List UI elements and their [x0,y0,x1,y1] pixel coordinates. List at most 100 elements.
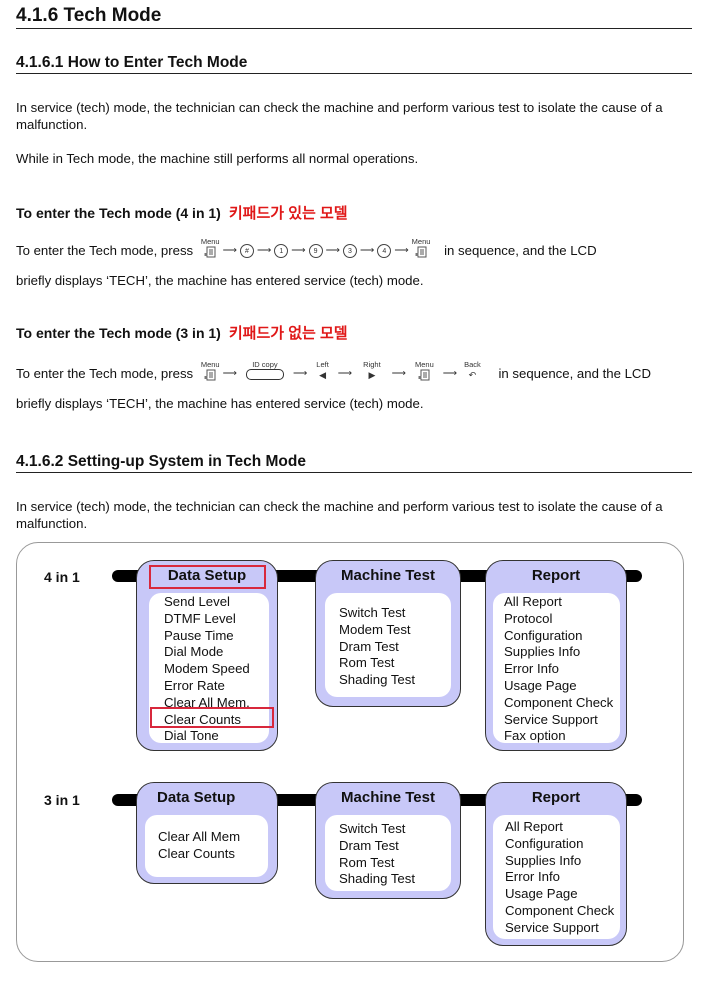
menu-item: Shading Test [339,871,416,887]
menu-box-machine-test-4in1: Machine Test Switch Test Modem Test Dram… [315,560,461,707]
digit-9-key-icon: 9 [308,244,323,258]
row-label-4in1: 4 in 1 [44,569,80,585]
id-copy-button-icon [245,369,284,380]
press-prefix: To enter the Tech mode, press [16,243,194,258]
arrow-icon: ⟶ [256,245,272,256]
menu-title: Report [531,567,581,584]
menu-item: Usage Page [505,886,578,902]
press-prefix: To enter the Tech mode, press [16,366,194,381]
menu-key: Menu [412,237,430,258]
menu-title: Machine Test [341,567,435,584]
menu-title: Data Setup [157,789,236,806]
menu-items: Clear All Mem Clear Counts [145,815,268,877]
press-suffix: in sequence, and the LCD [498,366,651,381]
arrow-icon: ⟶ [337,368,353,379]
menu-item: Clear Counts [158,845,235,861]
menu-item: Service Support [504,711,598,727]
menu-item: Switch Test [339,821,406,836]
arrow-icon: ⟶ [359,245,375,256]
menu-key: Menu [415,360,434,381]
back-icon: ↶ [468,370,477,380]
subheading-4in1-title: To enter the Tech mode (4 in 1) [16,205,221,221]
menu-item: Dial Mode [164,644,224,660]
menu-title: Report [531,789,581,806]
sequence-4in1: To enter the Tech mode, press Menu ⟶ # ⟶… [16,237,597,258]
subheading-3in1-title: To enter the Tech mode (3 in 1) [16,325,221,341]
menu-item: Rom Test [339,655,395,671]
menu-icon [204,246,216,258]
menu-item: DTMF Level [164,610,236,626]
key-sequence-3in1: Menu ⟶ ID copy ⟶ Left ◀ ⟶ Right ▶ ⟶ Menu… [201,360,485,381]
row-label-3in1: 3 in 1 [44,792,80,808]
left-arrow-icon: ◀ [319,370,326,380]
id-copy-key: ID copy [245,360,284,381]
arrow-icon: ⟶ [222,368,237,379]
digit-3-key-icon: 3 [342,244,357,258]
menu-item: Supplies Info [504,644,581,660]
subheading-4in1: To enter the Tech mode (4 in 1) 키패드가 있는 모… [16,202,348,223]
menu-item: Pause Time [164,627,234,643]
menu-item: Error Info [505,869,560,885]
menu-title: Machine Test [341,789,435,806]
menu-icon [415,246,427,258]
menu-item: Shading Test [339,672,416,688]
menu-item: Modem Test [339,621,411,637]
menu-item: Protocol [504,610,553,626]
arrow-icon: ⟶ [291,245,306,256]
menu-box-machine-test-3in1: Machine Test Switch Test Dram Test Rom T… [315,782,461,899]
menu-item: Clear All Mem [158,829,241,844]
menu-item: Usage Page [504,677,577,693]
right-arrow-icon: ▶ [368,370,376,380]
section2-intro: In service (tech) mode, the technician c… [16,499,663,531]
menu-item: Dram Test [339,638,399,654]
arrow-icon: ⟶ [222,245,237,256]
arrow-icon: ⟶ [391,368,406,379]
arrow-icon: ⟶ [442,368,458,379]
right-key: Right ▶ [363,360,381,380]
menu-items: All Report Protocol Configuration Suppli… [493,593,620,743]
menu-item: All Report [504,594,562,609]
main-heading: 4.1.6 Tech Mode [16,5,692,29]
menu-items: Switch Test Modem Test Dram Test Rom Tes… [325,593,451,697]
menu-item: Component Check [504,694,614,710]
sequence-3in1-line2: briefly displays ‘TECH’, the machine has… [16,396,424,411]
menu-item: Modem Speed [164,661,250,677]
menu-key: Menu [201,360,220,381]
menu-item: Configuration [505,835,584,851]
arrow-icon: ⟶ [394,245,409,256]
menu-item: Rom Test [339,854,395,870]
hash-key-icon: # [239,244,254,258]
menu-item: Error Info [504,661,559,677]
menu-icon [204,369,216,381]
digit-1-key-icon: 1 [274,244,289,258]
menu-icon [418,369,430,381]
section-heading-setting-up: 4.1.6.2 Setting-up System in Tech Mode [16,452,692,473]
intro-paragraph: In service (tech) mode, the technician c… [16,100,663,132]
menu-box-data-setup-3in1: Data Setup Clear All Mem Clear Counts [136,782,278,884]
sequence-3in1: To enter the Tech mode, press Menu ⟶ ID … [16,360,651,381]
arrow-icon: ⟶ [325,245,340,256]
menu-item: Dial Tone [164,728,219,744]
press-suffix: in sequence, and the LCD [444,243,597,258]
menu-item: Dram Test [339,837,399,853]
korean-note-4in1: 키패드가 있는 모델 [228,205,348,222]
subheading-3in1: To enter the Tech mode (3 in 1) 키패드가 없는 모… [16,322,348,343]
arrow-icon: ⟶ [292,368,308,379]
menu-item: Switch Test [339,605,406,620]
key-sequence-4in1: Menu ⟶ # ⟶ 1 ⟶ 9 ⟶ 3 ⟶ 4 ⟶ Menu [201,237,430,258]
menu-box-report-3in1: Report All Report Configuration Supplies… [485,782,627,946]
left-key: Left ◀ [316,360,329,380]
menu-item: Send Level [164,594,230,609]
menu-items: Switch Test Dram Test Rom Test Shading T… [325,815,451,891]
highlight-clear-counts [150,707,274,728]
korean-note-3in1: 키패드가 없는 모델 [228,325,348,342]
menu-item: Component Check [505,902,615,918]
menu-item: Fax option [504,728,566,744]
section-heading-enter-tech-mode: 4.1.6.1 How to Enter Tech Mode [16,53,692,74]
menu-item: All Report [505,819,563,834]
digit-4-key-icon: 4 [377,244,392,258]
menu-box-report-4in1: Report All Report Protocol Configuration… [485,560,627,751]
note-paragraph: While in Tech mode, the machine still pe… [16,151,419,166]
highlight-data-setup [149,565,266,589]
sequence-4in1-line2: briefly displays ‘TECH’, the machine has… [16,273,424,288]
